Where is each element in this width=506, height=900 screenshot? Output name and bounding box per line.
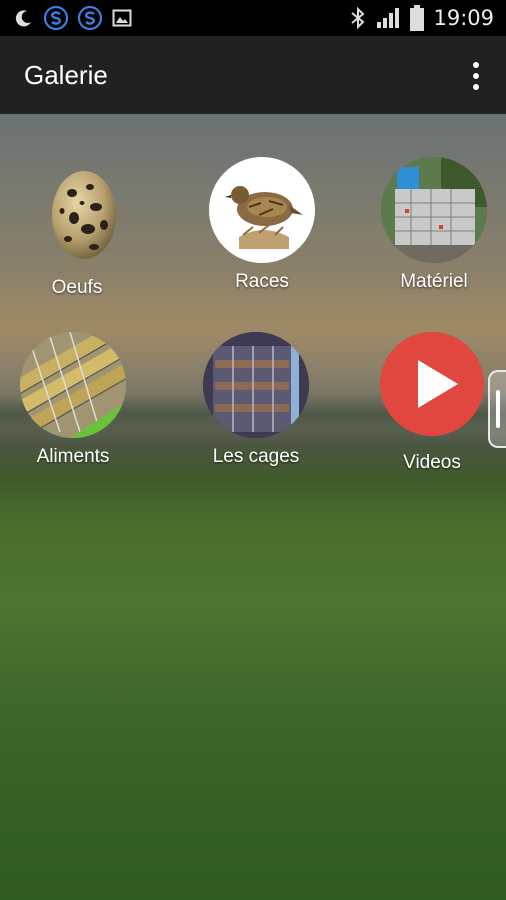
overflow-dot-icon [473,84,479,90]
battery-icon [410,5,425,31]
play-icon [380,332,484,436]
tile-aliments[interactable]: Aliments [18,332,128,468]
overflow-menu-button[interactable] [466,62,486,90]
tile-label: Aliments [36,446,110,467]
overflow-dot-icon [473,62,479,68]
clock: 19:09 [433,6,494,30]
page-title: Galerie [24,60,108,90]
cages-icon [203,332,309,438]
tile-materiel[interactable]: Matériel [372,157,496,293]
feed-icon [20,332,126,438]
overflow-dot-icon [473,73,479,79]
s-app-icon [78,6,102,30]
tile-label: Matériel [400,271,468,292]
equipment-icon [381,157,487,263]
quail-icon [209,157,315,263]
image-icon [112,9,132,27]
side-drawer-handle[interactable] [488,370,506,448]
status-bar: 19:09 [0,0,506,36]
s-app-icon [44,6,68,30]
tile-label: Races [235,271,289,292]
moon-icon [15,10,31,27]
tile-oeufs[interactable]: Oeufs [17,163,137,299]
tile-races[interactable]: Races [200,157,324,293]
egg-icon [24,163,130,269]
tile-les-cages[interactable]: Les cages [196,332,316,468]
app-bar: Galerie [0,36,506,114]
signal-icon [377,8,400,28]
tile-label: Les cages [212,446,300,467]
tile-label: Videos [403,452,461,473]
bluetooth-icon [351,6,365,30]
tile-label: Oeufs [51,277,103,298]
tile-videos[interactable]: Videos [374,332,490,474]
